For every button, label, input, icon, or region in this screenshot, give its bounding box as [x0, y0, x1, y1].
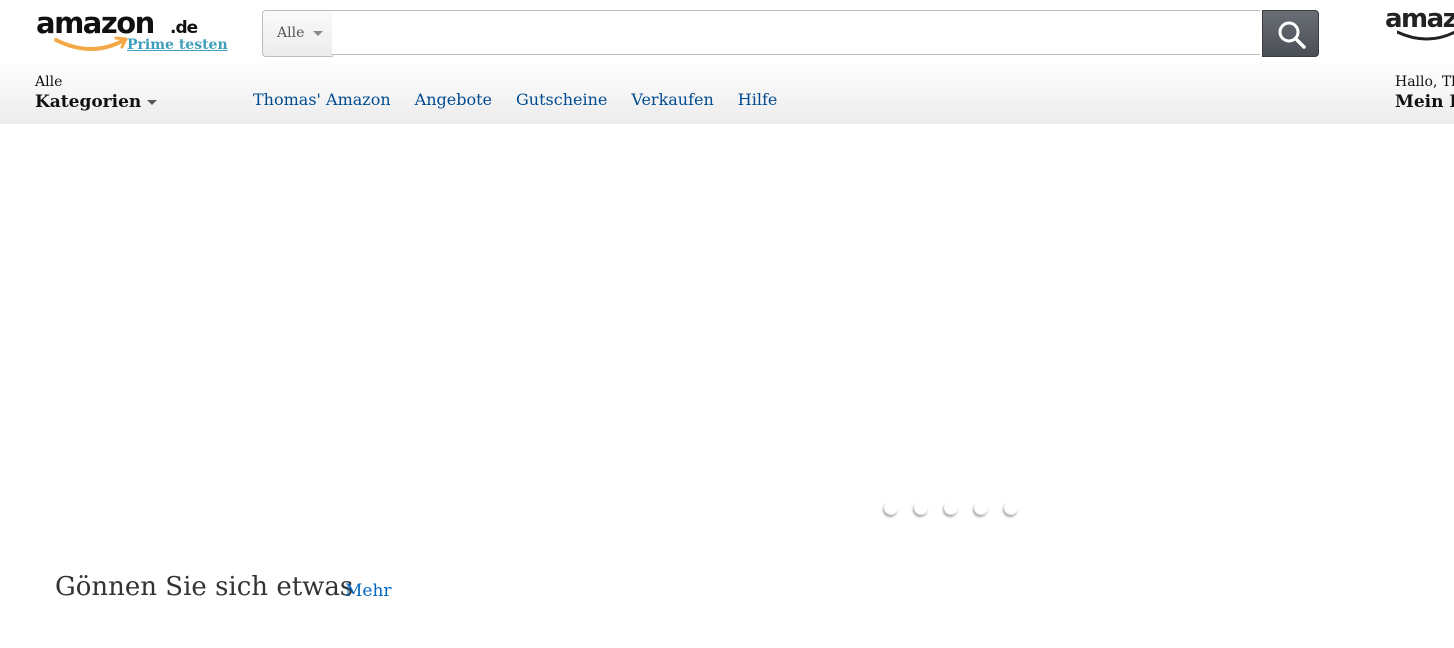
- amazon-logo[interactable]: amazon .de Prime testen: [36, 6, 236, 58]
- carousel-dot[interactable]: [1004, 501, 1018, 515]
- section-title: Gönnen Sie sich etwas: [55, 572, 354, 602]
- categories-label: Kategorien: [35, 92, 142, 112]
- carousel-pagination: [880, 501, 1020, 521]
- nav-links: Thomas' Amazon Angebote Gutscheine Verkaufe…: [253, 90, 801, 109]
- account-menu[interactable]: Hallo, Th Mein K: [1395, 73, 1454, 113]
- search-bar: Alle: [262, 10, 1319, 57]
- nav-link-verkaufen[interactable]: Verkaufen: [631, 90, 713, 109]
- nav-link-thomas-amazon[interactable]: Thomas' Amazon: [253, 90, 391, 109]
- carousel-dot[interactable]: [944, 501, 958, 515]
- account-label: Mein K: [1395, 92, 1454, 112]
- amazon-secondary-logo[interactable]: amazon: [1385, 4, 1454, 44]
- chevron-down-icon: [147, 100, 158, 105]
- carousel-dot[interactable]: [884, 501, 898, 515]
- account-greeting: Hallo, Th: [1395, 74, 1454, 90]
- search-button[interactable]: [1262, 10, 1319, 57]
- logo-smile-icon: [1397, 30, 1454, 41]
- nav-link-hilfe[interactable]: Hilfe: [738, 90, 778, 109]
- categories-label-wrapper: Kategorien: [35, 91, 158, 113]
- top-navigation-bar: amazon .de Prime testen Alle amazon Alle…: [0, 0, 1454, 124]
- search-icon: [1278, 21, 1306, 49]
- prime-testen-link[interactable]: Prime testen: [127, 37, 228, 53]
- search-input[interactable]: [332, 10, 1260, 55]
- all-categories-menu[interactable]: Alle Kategorien: [35, 73, 158, 113]
- chevron-down-icon: [313, 31, 323, 36]
- nav-link-angebote[interactable]: Angebote: [415, 90, 492, 109]
- categories-label-small: Alle: [35, 74, 63, 90]
- logo-smile-icon: [54, 36, 128, 51]
- carousel-dot[interactable]: [974, 501, 988, 515]
- logo-tld: .de: [170, 18, 198, 38]
- search-department-dropdown[interactable]: Alle: [262, 10, 333, 57]
- section-more-link[interactable]: Mehr: [345, 581, 392, 601]
- carousel-dot[interactable]: [914, 501, 928, 515]
- nav-link-gutscheine[interactable]: Gutscheine: [516, 90, 607, 109]
- search-department-label: Alle: [277, 25, 305, 41]
